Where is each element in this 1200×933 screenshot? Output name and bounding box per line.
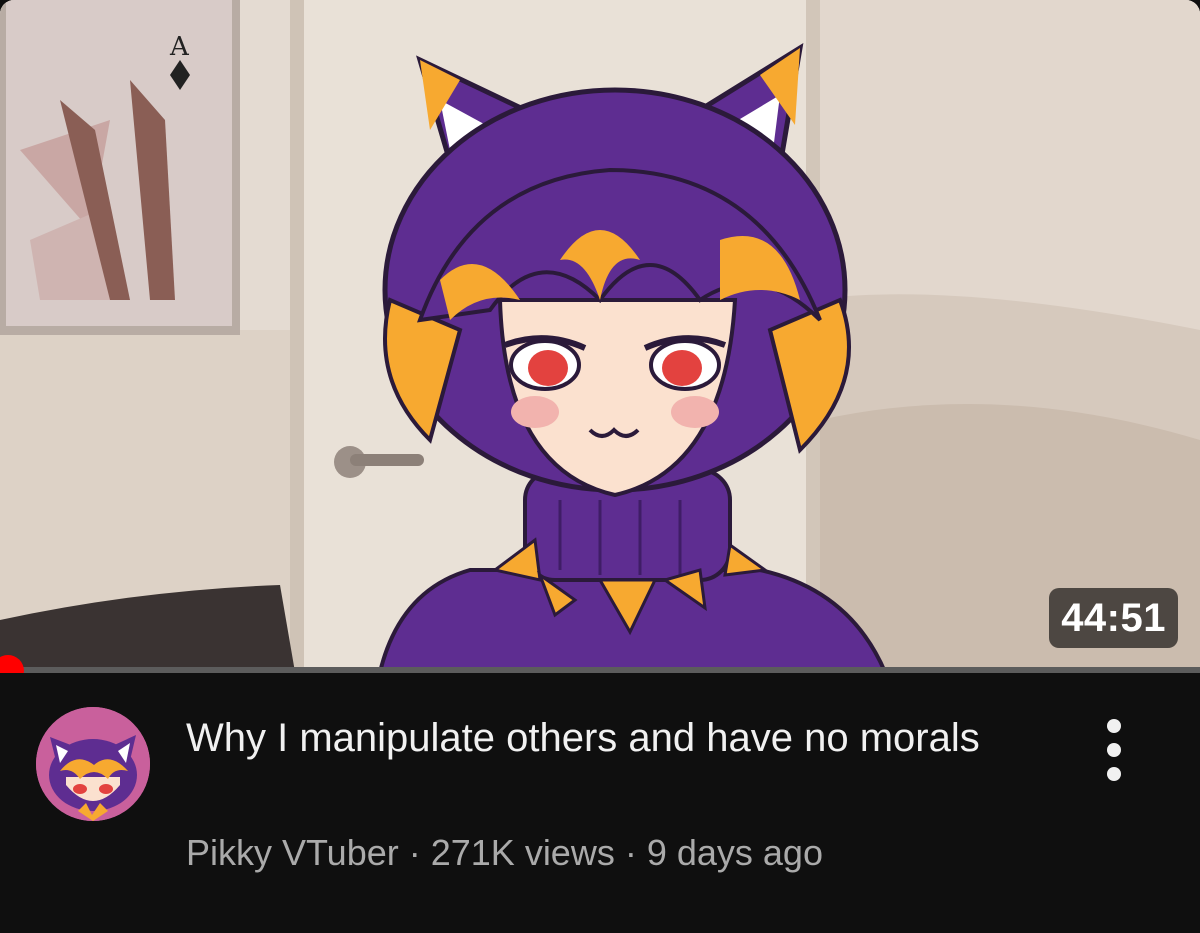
channel-avatar[interactable] bbox=[36, 707, 150, 821]
meta-separator: · bbox=[408, 832, 421, 873]
svg-text:A: A bbox=[169, 32, 190, 62]
video-details: Why I manipulate others and have no mora… bbox=[0, 673, 1200, 933]
video-title[interactable]: Why I manipulate others and have no mora… bbox=[186, 711, 1046, 765]
channel-name[interactable]: Pikky VTuber bbox=[186, 832, 399, 873]
thumbnail-illustration: A bbox=[0, 0, 1200, 672]
video-thumbnail[interactable]: A 44:51 bbox=[0, 0, 1200, 672]
more-vert-icon[interactable] bbox=[1092, 715, 1136, 785]
upload-age: 9 days ago bbox=[646, 832, 823, 873]
meta-separator: · bbox=[624, 832, 637, 873]
video-duration-badge: 44:51 bbox=[1049, 588, 1178, 648]
avatar-image bbox=[36, 707, 150, 821]
video-metadata: Pikky VTuber · 271K views · 9 days ago bbox=[186, 829, 823, 877]
view-count: 271K views bbox=[430, 832, 615, 873]
